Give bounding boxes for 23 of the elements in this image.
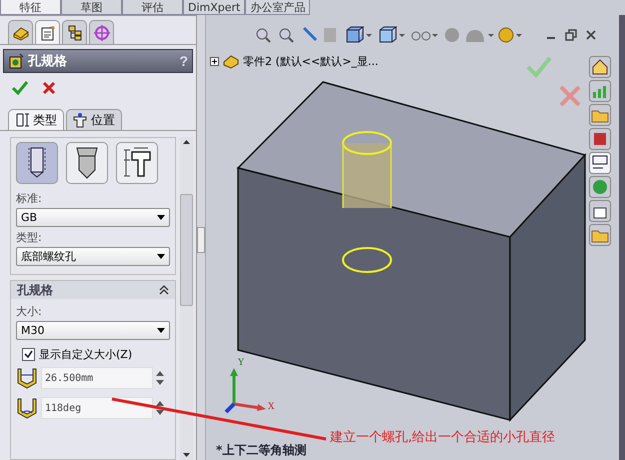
command-tab[interactable]: DimXpert xyxy=(183,0,246,15)
annotation-text: 建立一个螺孔,给出一个合适的小孔直径 xyxy=(330,429,556,446)
value-field[interactable]: 118deg xyxy=(41,397,153,419)
standard-dropdown[interactable]: GB xyxy=(16,208,170,227)
type-tab[interactable]: 位置 xyxy=(66,109,122,130)
size-dropdown[interactable]: M30 xyxy=(16,321,170,340)
field-label: 标准: xyxy=(16,191,42,206)
command-tab[interactable]: 评估 xyxy=(122,0,183,15)
command-tab[interactable]: 草图 xyxy=(61,0,122,15)
field-label: 大小: xyxy=(16,304,42,319)
panel-title: 孔规格 xyxy=(28,53,68,70)
section-header[interactable]: 孔规格 xyxy=(11,281,175,299)
tree-item[interactable]: 零件2 (默认<<默认>_显... xyxy=(243,54,378,68)
command-tab[interactable]: 办公室产品 xyxy=(245,0,310,15)
type-dropdown[interactable]: 底部螺纹孔 xyxy=(16,247,170,266)
value-field[interactable]: 26.500mm xyxy=(41,367,153,389)
checkbox-label: 显示自定义大小(Z) xyxy=(39,347,132,362)
axis-label: X xyxy=(268,402,274,412)
field-label: 类型: xyxy=(16,230,42,245)
axis-label: Y xyxy=(238,358,244,368)
type-tab[interactable]: 类型 xyxy=(8,109,64,130)
command-tab[interactable]: 特征 xyxy=(0,0,61,15)
view-orientation-label: *上下二等角轴测 xyxy=(216,442,306,459)
